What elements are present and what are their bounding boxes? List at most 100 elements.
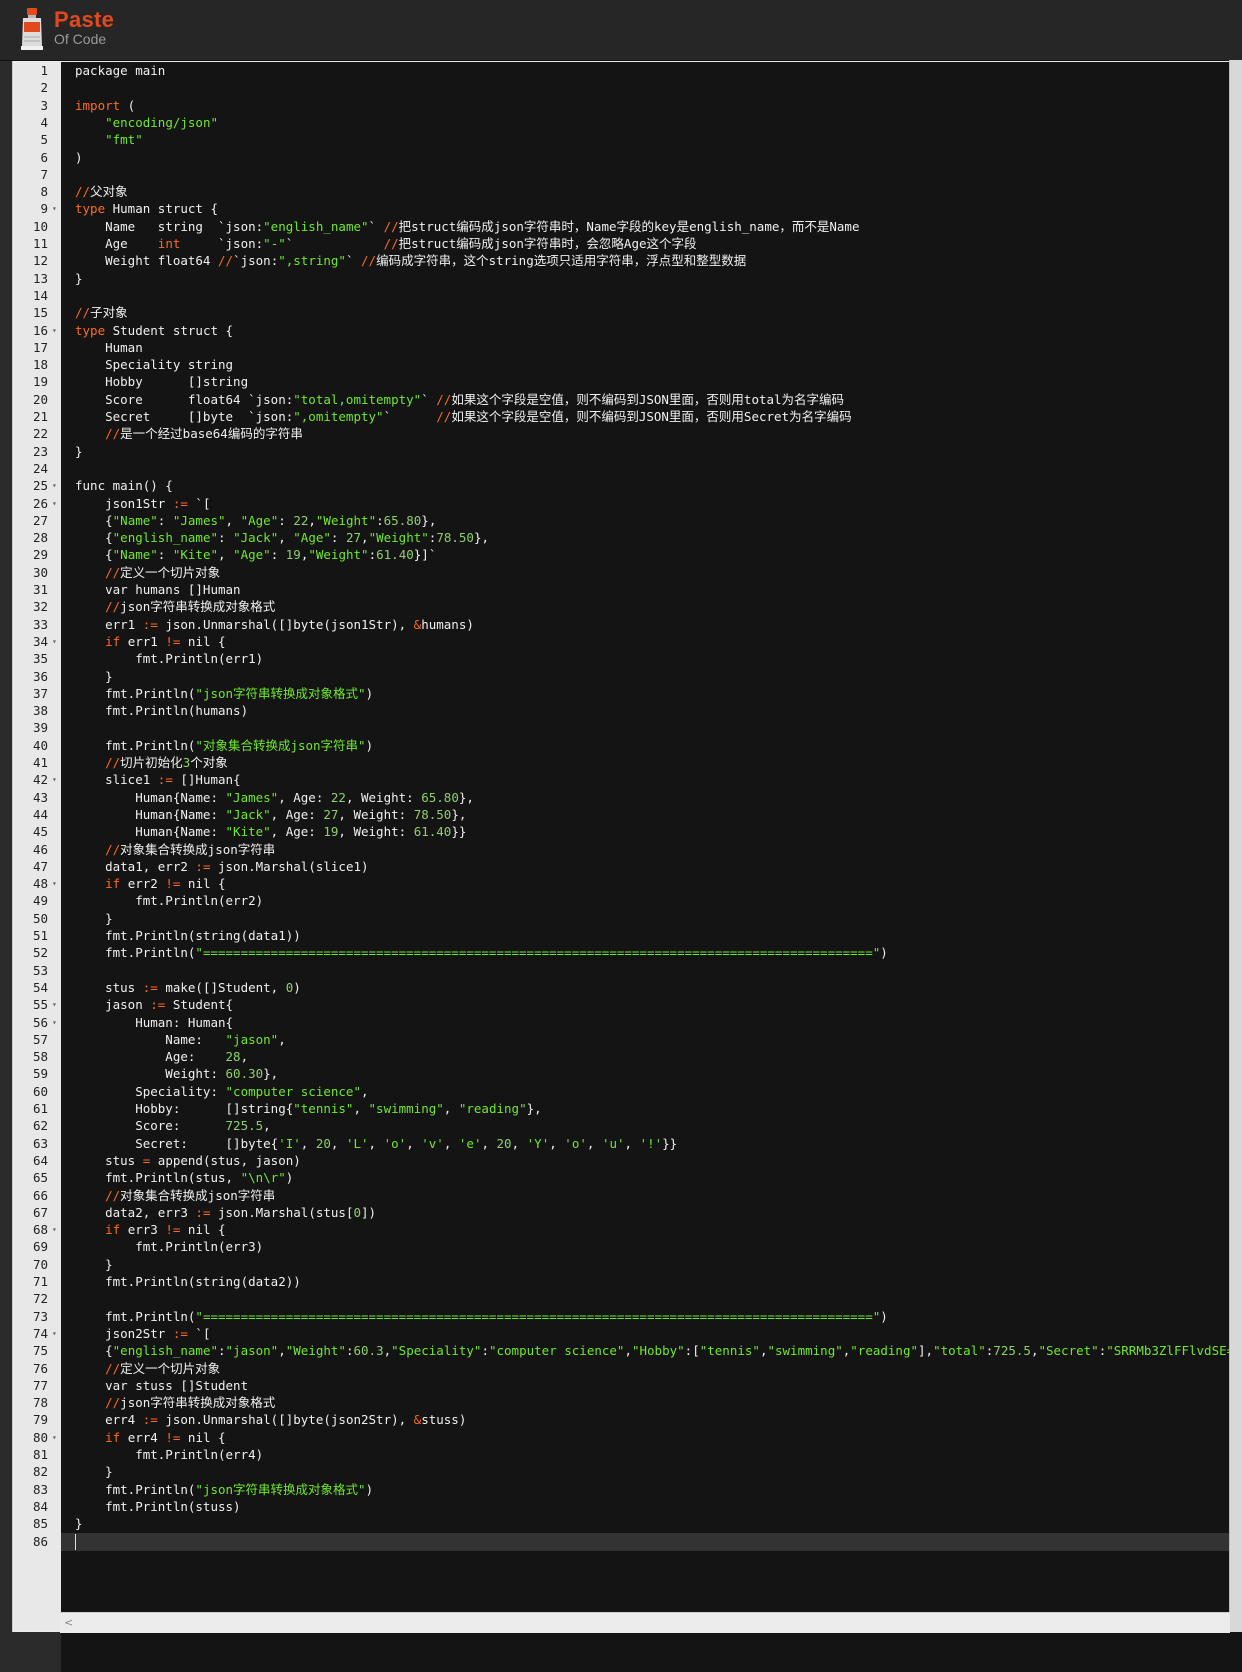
code-editor[interactable]: 123456789▾10111213141516▾171819202122232… xyxy=(12,61,1242,1632)
code-line: Name: "jason", xyxy=(75,1031,286,1049)
code-token: "Weight" xyxy=(286,1343,346,1358)
line-number: 42 xyxy=(14,771,48,789)
line-number: 72 xyxy=(14,1290,48,1308)
code-token: Secret []byte `json: xyxy=(75,409,293,424)
scroll-left-arrow-icon[interactable]: < xyxy=(64,1616,73,1629)
code-token: // xyxy=(105,755,120,770)
fold-toggle-icon[interactable]: ▾ xyxy=(52,495,60,513)
line-number: 33 xyxy=(14,616,48,634)
code-line: Score: 725.5, xyxy=(75,1117,271,1135)
code-token: json1Str xyxy=(75,496,173,511)
code-token: json.Marshal(stus[ xyxy=(210,1205,353,1220)
code-token: 65.80 xyxy=(384,513,422,528)
line-number: 60 xyxy=(14,1083,48,1101)
code-token: }, xyxy=(474,530,489,545)
code-token: "Secret" xyxy=(1038,1343,1098,1358)
code-area[interactable]: package mainimport ( "encoding/json" "fm… xyxy=(61,62,1242,1672)
code-token: 19 xyxy=(323,824,338,839)
line-number: 17 xyxy=(14,339,48,357)
code-token: // xyxy=(361,253,376,268)
code-token xyxy=(75,115,105,130)
fold-toggle-icon[interactable]: ▾ xyxy=(52,771,60,789)
fold-toggle-icon[interactable]: ▾ xyxy=(52,1014,60,1032)
code-token: ` xyxy=(346,253,361,268)
line-number: 46 xyxy=(14,841,48,859)
line-number: 74 xyxy=(14,1325,48,1343)
line-number: 7 xyxy=(14,166,48,184)
code-token: "Age" xyxy=(293,530,331,545)
code-token: , xyxy=(444,1101,459,1116)
code-token: "Kite" xyxy=(173,547,218,562)
horizontal-scrollbar[interactable]: < xyxy=(60,1612,1230,1633)
code-token: 对象集合转换成json字符串 xyxy=(120,842,275,857)
code-token: ) xyxy=(286,1170,294,1185)
line-number: 44 xyxy=(14,806,48,824)
code-token xyxy=(75,599,105,614)
code-token: 0 xyxy=(353,1205,361,1220)
fold-toggle-icon[interactable]: ▾ xyxy=(52,322,60,340)
fold-toggle-icon[interactable]: ▾ xyxy=(52,996,60,1014)
code-token: ` xyxy=(286,236,384,251)
line-number: 69 xyxy=(14,1238,48,1256)
fold-toggle-icon[interactable]: ▾ xyxy=(52,200,60,218)
fold-toggle-icon[interactable]: ▾ xyxy=(52,633,60,651)
code-token: Score: xyxy=(75,1118,226,1133)
code-token: "jason" xyxy=(226,1032,279,1047)
line-number: 26 xyxy=(14,495,48,513)
code-token: fmt.Println( xyxy=(75,1482,195,1497)
vertical-scrollbar[interactable] xyxy=(1229,60,1242,1632)
code-token: "jason" xyxy=(226,1343,279,1358)
code-line: fmt.Println("对象集合转换成json字符串") xyxy=(75,737,373,755)
code-token: "Weight" xyxy=(316,513,376,528)
code-token: Weight: xyxy=(75,1066,226,1081)
code-token: "reading" xyxy=(850,1343,918,1358)
code-line: fmt.Println("===========================… xyxy=(75,944,888,962)
line-number: 65 xyxy=(14,1169,48,1187)
code-token: 如果这个字段是空值，则不编码到JSON里面，否则用Secret为名字编码 xyxy=(451,409,851,424)
code-token: fmt.Println( xyxy=(75,1309,195,1324)
line-number: 67 xyxy=(14,1204,48,1222)
code-token: 78.50 xyxy=(414,807,452,822)
line-number: 85 xyxy=(14,1515,48,1533)
code-token xyxy=(75,755,105,770)
code-token: "fmt" xyxy=(105,132,143,147)
code-token: Name string `json: xyxy=(75,219,263,234)
code-token: ` xyxy=(421,392,436,407)
fold-toggle-icon[interactable]: ▾ xyxy=(52,1221,60,1239)
code-token: // xyxy=(436,409,451,424)
code-token: ) xyxy=(366,686,374,701)
code-line: Hobby []string xyxy=(75,373,248,391)
line-number: 15 xyxy=(14,304,48,322)
code-token: '!' xyxy=(640,1136,663,1151)
line-number: 63 xyxy=(14,1135,48,1153)
code-token: 把struct编码成json字符串时，会忽略Age这个字段 xyxy=(399,236,697,251)
line-number: 70 xyxy=(14,1256,48,1274)
line-number: 10 xyxy=(14,218,48,236)
code-token: { xyxy=(75,513,113,528)
code-token: "=======================================… xyxy=(195,945,880,960)
code-token: , xyxy=(624,1343,632,1358)
code-line: } xyxy=(75,1256,113,1274)
line-number: 81 xyxy=(14,1446,48,1464)
code-token: "encoding/json" xyxy=(105,115,218,130)
fold-toggle-icon[interactable]: ▾ xyxy=(52,477,60,495)
code-token: , xyxy=(406,1136,421,1151)
code-token: Human xyxy=(75,340,143,355)
code-line: if err1 != nil { xyxy=(75,633,226,651)
code-token: , xyxy=(278,1343,286,1358)
code-token: Student struct { xyxy=(105,323,233,338)
fold-toggle-icon[interactable]: ▾ xyxy=(52,1325,60,1343)
code-token: "english_name" xyxy=(113,530,218,545)
code-token: type xyxy=(75,201,105,216)
fold-toggle-icon[interactable]: ▾ xyxy=(52,875,60,893)
fold-toggle-icon[interactable]: ▾ xyxy=(52,1429,60,1447)
code-token: // xyxy=(105,1361,120,1376)
code-token: err1 xyxy=(75,617,143,632)
logo[interactable]: Paste Of Code xyxy=(18,8,114,52)
line-number: 2 xyxy=(14,79,48,97)
line-number: 49 xyxy=(14,892,48,910)
code-token: , xyxy=(278,1032,286,1047)
code-token: func main() { xyxy=(75,478,173,493)
code-token: ) xyxy=(293,980,301,995)
code-line: //定义一个切片对象 xyxy=(75,1360,220,1378)
